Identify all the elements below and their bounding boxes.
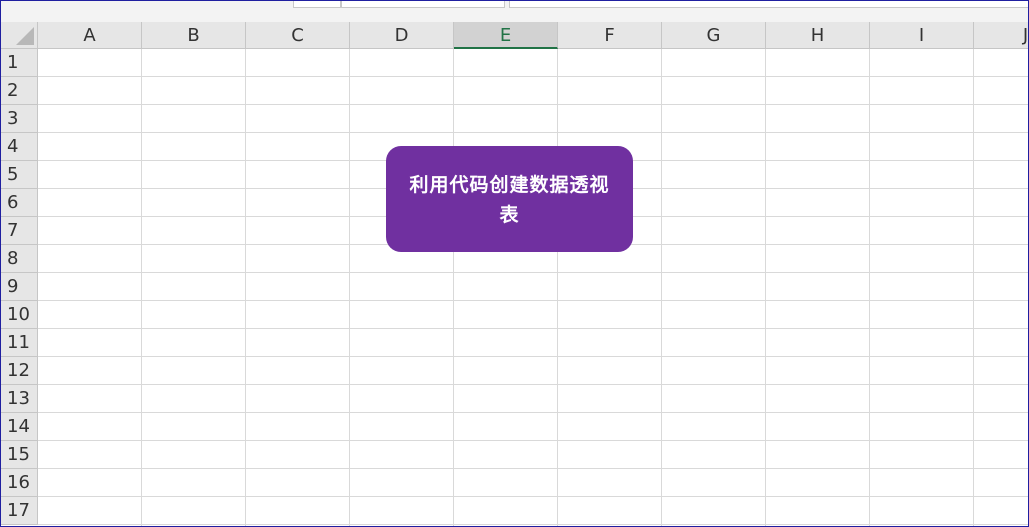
spreadsheet-window: ABCDEFGHIJ 1 2 3 4 5 6 7 8 9 10 11 12 13 14 15 16 17 利用代… [0, 0, 1029, 527]
column-header-i[interactable]: I [870, 22, 974, 49]
row-header-4[interactable]: 4 [1, 133, 38, 161]
select-all-button[interactable] [1, 22, 38, 49]
column-header-a[interactable]: A [38, 22, 142, 49]
formula-bar-strip [1, 1, 1028, 22]
select-all-triangle-icon [16, 27, 34, 45]
create-pivot-table-button[interactable]: 利用代码创建数据透视表 [386, 146, 633, 252]
column-headers: ABCDEFGHIJ [38, 22, 1028, 49]
row-header-14[interactable]: 14 [1, 413, 38, 441]
column-header-b[interactable]: B [142, 22, 246, 49]
row-header-6[interactable]: 6 [1, 189, 38, 217]
row-header-8[interactable]: 8 [1, 245, 38, 273]
row-header-1[interactable]: 1 [1, 49, 38, 77]
column-header-d[interactable]: D [350, 22, 454, 49]
formula-box-edge[interactable] [341, 1, 505, 8]
row-header-2[interactable]: 2 [1, 77, 38, 105]
row-header-9[interactable]: 9 [1, 273, 38, 301]
row-header-13[interactable]: 13 [1, 385, 38, 413]
cell-grid[interactable] [38, 49, 1028, 526]
column-header-f[interactable]: F [558, 22, 662, 49]
row-header-7[interactable]: 7 [1, 217, 38, 245]
formula-input-edge[interactable] [509, 1, 1028, 8]
row-header-10[interactable]: 10 [1, 301, 38, 329]
column-header-j[interactable]: J [974, 22, 1028, 49]
row-header-3[interactable]: 3 [1, 105, 38, 133]
row-header-17[interactable]: 17 [1, 497, 38, 525]
row-header-5[interactable]: 5 [1, 161, 38, 189]
row-header-16[interactable]: 16 [1, 469, 38, 497]
row-header-12[interactable]: 12 [1, 357, 38, 385]
row-header-11[interactable]: 11 [1, 329, 38, 357]
column-header-c[interactable]: C [246, 22, 350, 49]
column-header-h[interactable]: H [766, 22, 870, 49]
column-header-e[interactable]: E [454, 22, 558, 49]
row-header-15[interactable]: 15 [1, 441, 38, 469]
column-header-g[interactable]: G [662, 22, 766, 49]
name-box-edge[interactable] [293, 1, 341, 8]
